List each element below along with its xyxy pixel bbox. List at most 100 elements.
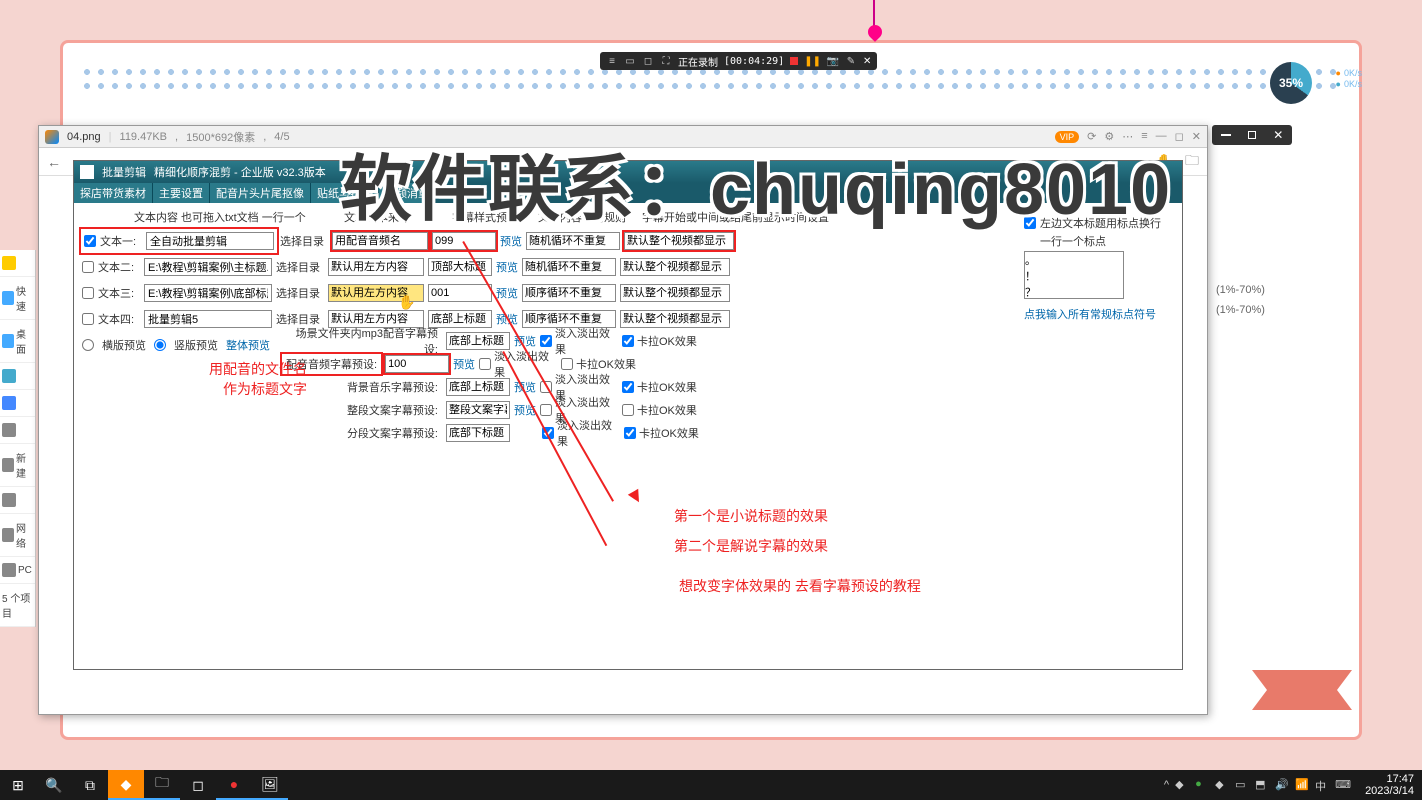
fade-checkbox[interactable]	[540, 404, 552, 416]
choose-dir-button[interactable]: 选择目录	[276, 285, 324, 301]
taskbar-clock[interactable]: 17:47 2023/3/14	[1357, 773, 1422, 797]
horizontal-preview-label: 横版预览	[102, 337, 146, 353]
bgm-preset-select[interactable]: 底部上标题	[446, 378, 510, 396]
preview-link[interactable]: 预览	[496, 285, 518, 301]
text2-source-select[interactable]: 默认用左方内容	[328, 258, 424, 276]
text3-rule-select[interactable]: 顺序循环不重复	[522, 284, 616, 302]
fade-checkbox[interactable]	[540, 335, 552, 347]
insert-punctuation-link[interactable]: 点我输入所有常规标点符号	[1024, 306, 1172, 322]
text1-checkbox[interactable]	[84, 235, 96, 247]
text2-input[interactable]	[144, 258, 272, 276]
karaoke-checkbox[interactable]	[624, 427, 636, 439]
app-logo-icon	[80, 165, 94, 179]
text4-timing-select[interactable]: 默认整个视频都显示	[620, 310, 730, 328]
list-item[interactable]: 快速	[0, 277, 35, 320]
karaoke-checkbox[interactable]	[622, 335, 634, 347]
audio-preset-select[interactable]: 100	[385, 355, 449, 373]
text2-timing-select[interactable]: 默认整个视频都显示	[620, 258, 730, 276]
tray-icon[interactable]: ▭	[1235, 778, 1249, 792]
preview-link[interactable]: 预览	[496, 259, 518, 275]
chevron-up-icon[interactable]: ^	[1164, 779, 1169, 791]
segment-preset-select[interactable]: 底部下标题	[446, 424, 510, 442]
folder-icon[interactable]: 🗀	[1185, 150, 1199, 174]
keyboard-icon[interactable]: ⌨	[1335, 778, 1349, 792]
tab-main-settings[interactable]: 主要设置	[153, 183, 210, 203]
ime-icon[interactable]: 中	[1315, 778, 1329, 792]
task-view-button[interactable]: ⧉	[72, 770, 108, 800]
tray-icon[interactable]: ◆	[1175, 778, 1189, 792]
full-text-preset-select[interactable]: 整段文案字幕	[446, 401, 510, 419]
preview-link[interactable]: 预览	[453, 356, 475, 372]
viewer-page: 4/5	[274, 131, 289, 143]
choose-dir-button[interactable]: 选择目录	[280, 233, 328, 249]
karaoke-checkbox[interactable]	[561, 358, 573, 370]
start-button[interactable]: ⊞	[0, 770, 36, 800]
explorer-sidebar: 快速 桌面 新建 网络 PC 5 个项目	[0, 250, 36, 627]
tray-icon[interactable]: ◆	[1215, 778, 1229, 792]
preview-link[interactable]: 预览	[500, 233, 522, 249]
search-button[interactable]: 🔍	[36, 770, 72, 800]
taskbar-app[interactable]: ◆	[108, 770, 144, 800]
full-preview-link[interactable]: 整体预览	[226, 337, 270, 353]
karaoke-checkbox[interactable]	[622, 404, 634, 416]
viewer-icon[interactable]: 🖼	[252, 770, 288, 800]
list-item[interactable]: 网络	[0, 514, 35, 557]
list-item[interactable]	[0, 250, 35, 277]
punctuation-textarea[interactable]: 。 ！ ？ ?	[1024, 251, 1124, 299]
minimize-icon[interactable]	[1221, 134, 1231, 136]
text1-label: 文本一:	[100, 233, 142, 249]
close-icon[interactable]: ✕	[1273, 128, 1283, 142]
monitor-icon[interactable]: ▭	[624, 55, 636, 67]
back-icon[interactable]: ←	[47, 154, 61, 170]
choose-dir-button[interactable]: 选择目录	[276, 259, 324, 275]
list-item[interactable]	[0, 390, 35, 417]
editor-app-window: 批量剪辑 精细化顺序混剪 - 企业版 v32.3版本 探店带货素材 主要设置 配…	[73, 160, 1183, 670]
pause-icon[interactable]: ❚❚	[804, 56, 821, 67]
recording-time: [00:04:29]	[724, 56, 784, 67]
list-item[interactable]: 桌面	[0, 320, 35, 363]
text2-checkbox[interactable]	[82, 261, 94, 273]
karaoke-checkbox[interactable]	[622, 381, 634, 393]
viewer-filesize: 119.47KB	[120, 131, 168, 143]
recording-bar: ≡ ▭ ◻ ⛶ 正在录制 [00:04:29] ❚❚ 📷 ✎ ✕	[600, 52, 877, 70]
close-icon[interactable]: ✕	[1192, 130, 1201, 143]
list-item[interactable]: PC	[0, 557, 35, 584]
text1-input[interactable]	[146, 232, 274, 250]
cpu-gauge: 35%	[1270, 62, 1312, 104]
pencil-icon[interactable]: ✎	[845, 55, 857, 67]
text4-checkbox[interactable]	[82, 313, 94, 325]
fade-checkbox[interactable]	[479, 358, 491, 370]
text2-rule-select[interactable]: 随机循环不重复	[522, 258, 616, 276]
tab-voiceover[interactable]: 配音片头片尾抠像	[210, 183, 311, 203]
text3-checkbox[interactable]	[82, 287, 94, 299]
maximize-icon[interactable]: ◻	[1175, 130, 1184, 143]
explorer-icon[interactable]: 🗀	[144, 770, 180, 800]
window-icon[interactable]: ◻	[642, 55, 654, 67]
menu-icon[interactable]: ≡	[606, 55, 618, 67]
maximize-icon[interactable]	[1248, 131, 1256, 139]
camera-icon[interactable]: 📷	[827, 55, 839, 67]
horizontal-preview-radio[interactable]	[82, 339, 94, 351]
text3-preset-select[interactable]: 001	[428, 284, 492, 302]
text4-input[interactable]	[144, 310, 272, 328]
annotation-tip1: 第一个是小说标题的效果	[674, 506, 828, 526]
list-item[interactable]	[0, 417, 35, 444]
tray-icon[interactable]: ⬒	[1255, 778, 1269, 792]
stop-icon[interactable]	[790, 57, 798, 65]
system-tray[interactable]: ^ ◆ ● ◆ ▭ ⬒ 🔊 📶 中 ⌨	[1156, 778, 1357, 792]
close-icon[interactable]: ✕	[863, 56, 871, 67]
volume-icon[interactable]: 🔊	[1275, 778, 1289, 792]
recorder-icon[interactable]: ●	[216, 770, 252, 800]
network-icon[interactable]: 📶	[1295, 778, 1309, 792]
taskbar-app[interactable]: ◻	[180, 770, 216, 800]
list-item[interactable]: 新建	[0, 444, 35, 487]
annotation-filename-tip: 用配音的文件名 作为标题文字	[209, 359, 307, 399]
text3-input[interactable]	[144, 284, 272, 302]
text3-timing-select[interactable]: 默认整个视频都显示	[620, 284, 730, 302]
tab-material[interactable]: 探店带货素材	[74, 183, 153, 203]
vertical-preview-radio[interactable]	[154, 339, 166, 351]
list-item[interactable]	[0, 363, 35, 390]
list-item[interactable]	[0, 487, 35, 514]
tray-icon[interactable]: ●	[1195, 778, 1209, 792]
crop-icon[interactable]: ⛶	[660, 55, 672, 67]
